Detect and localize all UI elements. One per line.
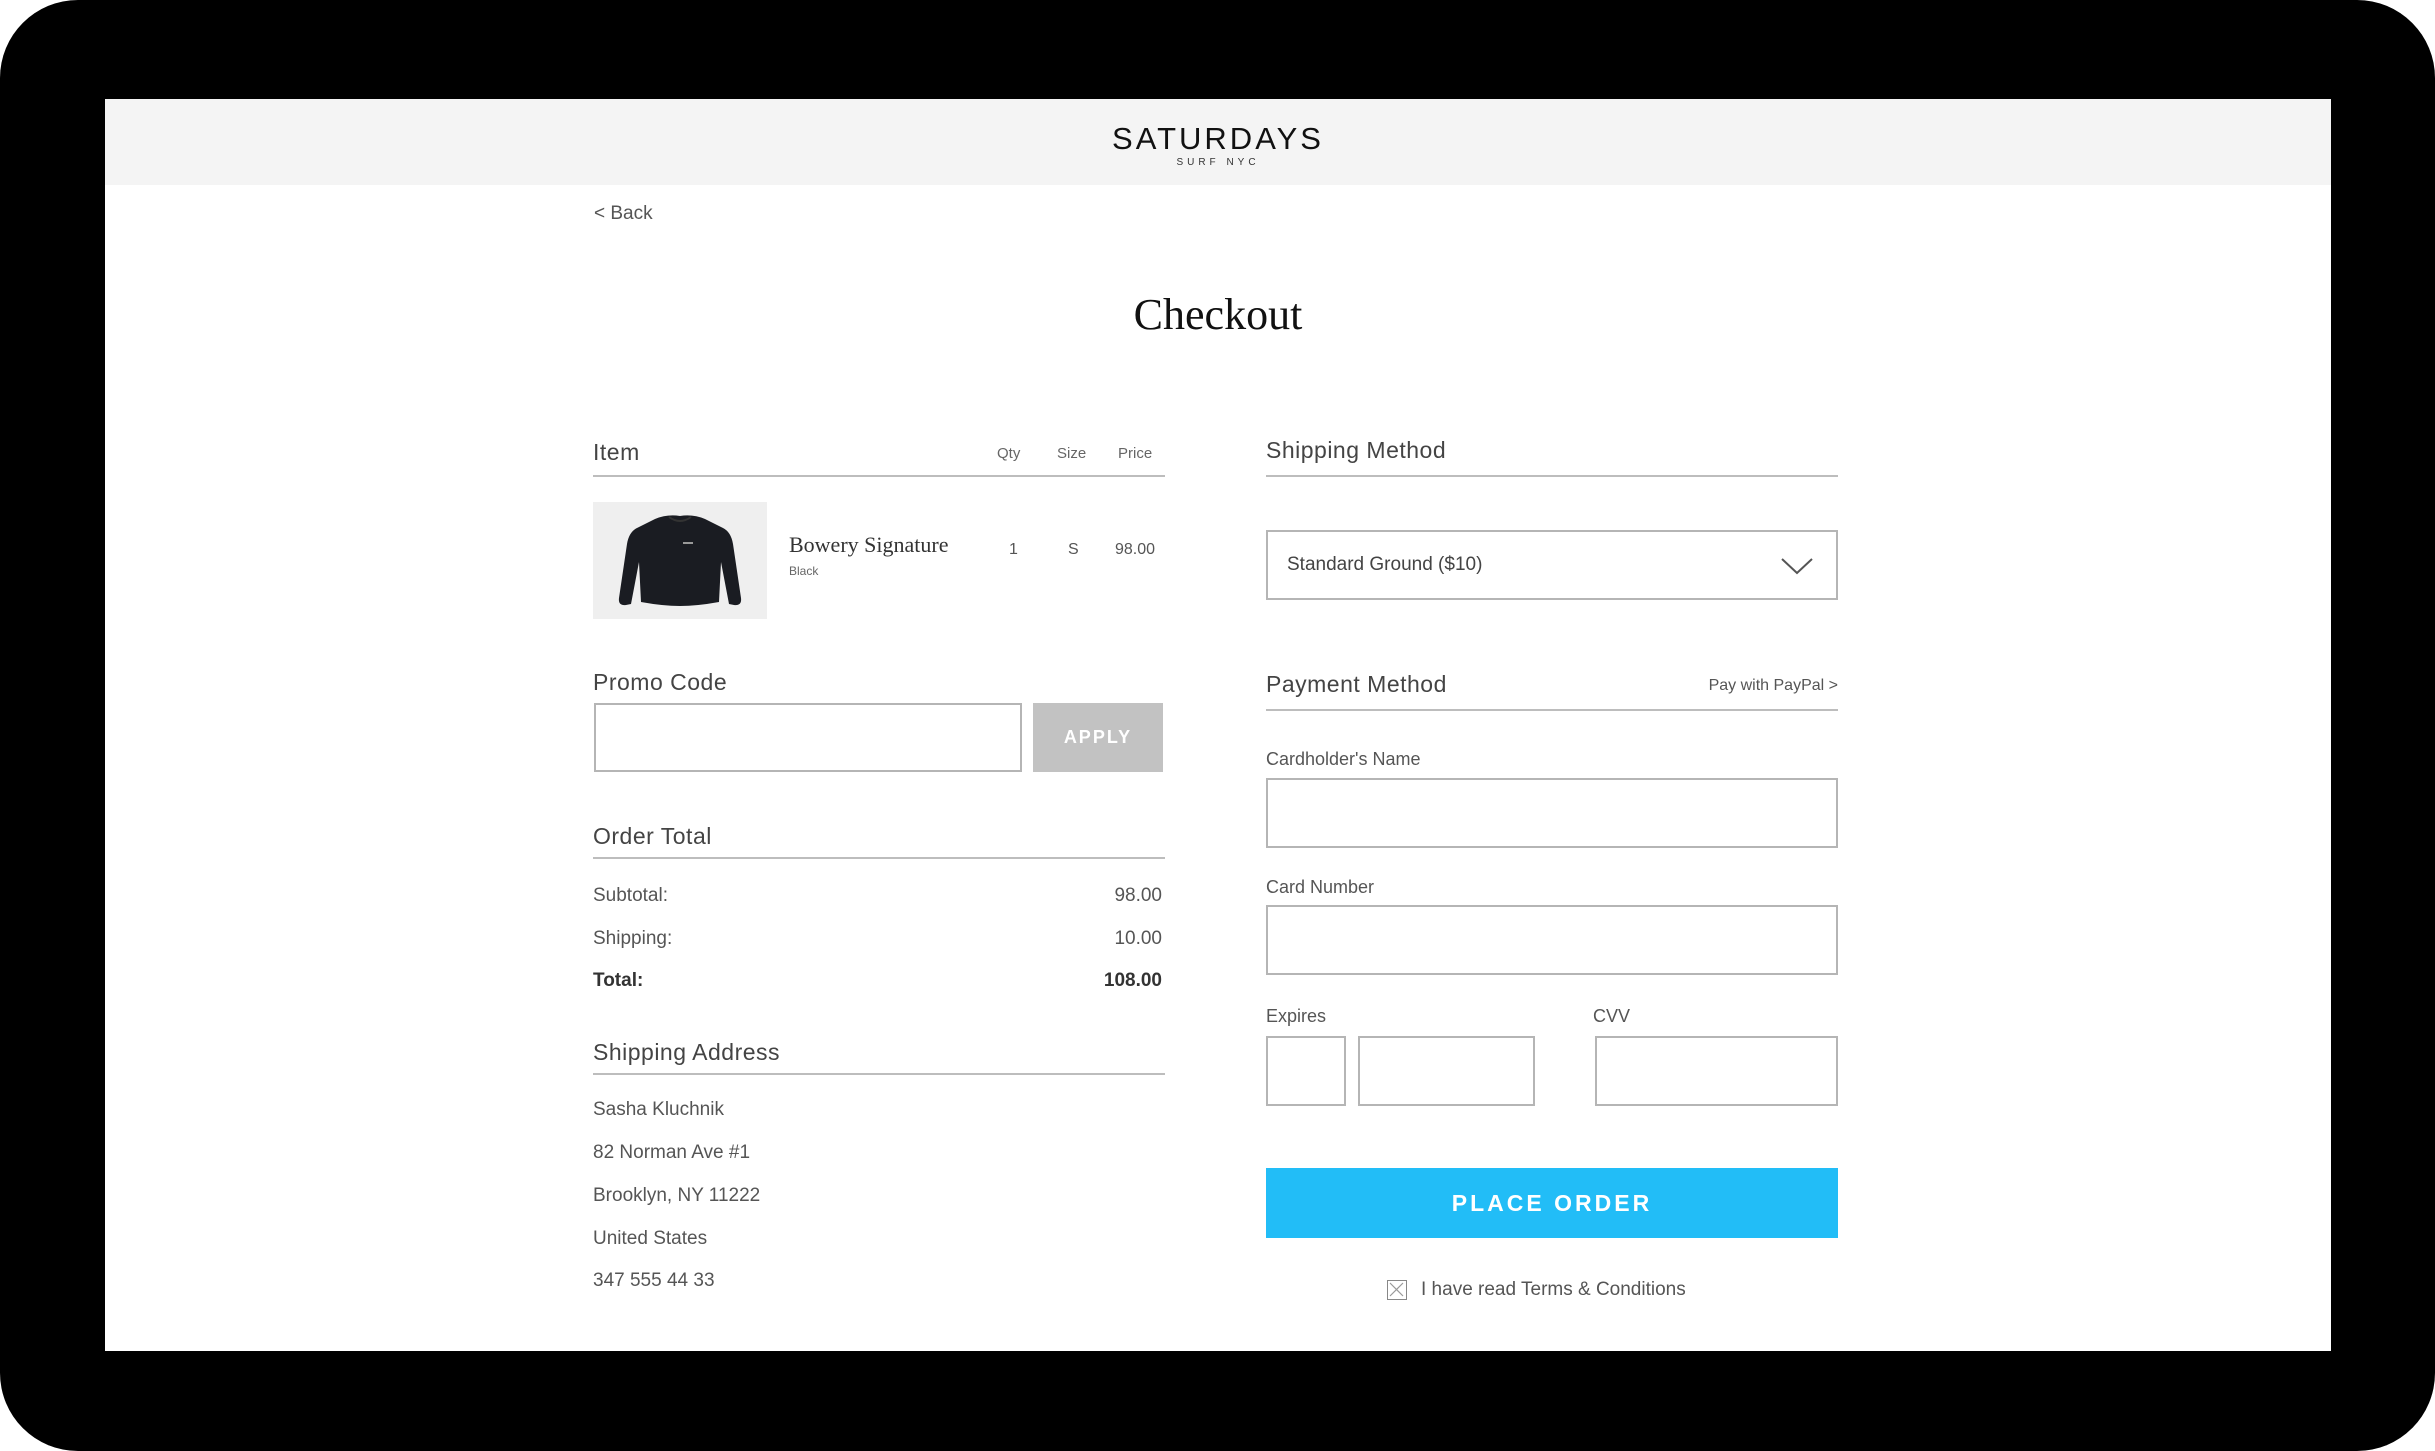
promo-heading: Promo Code [593, 669, 728, 695]
cvv-label: CVV [1593, 1006, 1631, 1026]
place-order-button[interactable]: PLACE ORDER [1266, 1168, 1838, 1238]
chevron-down-icon [1781, 558, 1813, 575]
item-price: 98.00 [1115, 541, 1156, 558]
expires-label: Expires [1266, 1006, 1327, 1026]
shipping-cost-label: Shipping: [593, 928, 673, 949]
checkbox-cross-icon [1389, 1282, 1404, 1297]
order-total-divider [593, 857, 1165, 859]
address-name: Sasha Kluchnik [593, 1099, 724, 1120]
device-frame: SATURDAYS SURF NYC < Back Checkout Item … [0, 0, 2435, 1451]
item-variant: Black [789, 564, 819, 578]
size-column-header: Size [1057, 445, 1087, 462]
terms-checkbox[interactable] [1387, 1280, 1407, 1300]
payment-method-heading: Payment Method [1266, 671, 1447, 697]
item-qty: 1 [1009, 541, 1018, 558]
cvv-input[interactable] [1595, 1036, 1838, 1106]
price-column-header: Price [1118, 445, 1153, 462]
expiry-month-input[interactable] [1266, 1036, 1346, 1106]
shipping-method-value: Standard Ground ($10) [1287, 554, 1483, 575]
cardholder-name-input[interactable] [1266, 778, 1838, 848]
brand-tagline: SURF NYC [1176, 157, 1260, 168]
shipping-address-divider [593, 1073, 1165, 1075]
address-phone: 347 555 44 33 [593, 1270, 715, 1291]
order-total-heading: Order Total [593, 823, 712, 849]
terms-label[interactable]: I have read Terms & Conditions [1421, 1279, 1686, 1301]
expiry-year-input[interactable] [1358, 1036, 1535, 1106]
sweatshirt-icon [618, 515, 742, 606]
cardholder-name-label: Cardholder's Name [1266, 749, 1421, 769]
total-label: Total: [593, 970, 644, 991]
subtotal-label: Subtotal: [593, 885, 668, 906]
shipping-method-select[interactable]: Standard Ground ($10) [1266, 530, 1838, 600]
paypal-link[interactable]: Pay with PayPal > [1709, 677, 1838, 695]
card-number-label: Card Number [1266, 877, 1375, 897]
screen: SATURDAYS SURF NYC < Back Checkout Item … [105, 99, 2331, 1351]
item-name: Bowery Signature [789, 532, 949, 557]
page-title: Checkout [1133, 290, 1303, 339]
shipping-method-divider [1266, 475, 1838, 477]
qty-column-header: Qty [997, 445, 1021, 462]
brand-logo[interactable]: SATURDAYS [105, 121, 2331, 157]
apply-button[interactable]: APPLY [1033, 703, 1163, 772]
total-value: 108.00 [1103, 970, 1162, 991]
back-link[interactable]: < Back [594, 203, 653, 225]
address-city: Brooklyn, NY 11222 [593, 1185, 761, 1206]
payment-method-divider [1266, 709, 1838, 711]
shipping-method-heading: Shipping Method [1266, 437, 1447, 463]
shipping-cost-value: 10.00 [1114, 928, 1162, 949]
shipping-address-heading: Shipping Address [593, 1039, 781, 1065]
subtotal-value: 98.00 [1114, 885, 1162, 906]
card-number-input[interactable] [1266, 905, 1838, 975]
product-thumbnail[interactable] [593, 502, 767, 619]
item-size: S [1068, 541, 1079, 558]
address-country: United States [593, 1228, 708, 1249]
promo-code-input[interactable] [594, 703, 1022, 772]
address-street: 82 Norman Ave #1 [593, 1142, 751, 1163]
item-heading: Item [593, 439, 640, 465]
header-bar: SATURDAYS SURF NYC [105, 99, 2331, 185]
item-divider [593, 475, 1165, 477]
terms-row: I have read Terms & Conditions [1387, 1279, 1686, 1301]
